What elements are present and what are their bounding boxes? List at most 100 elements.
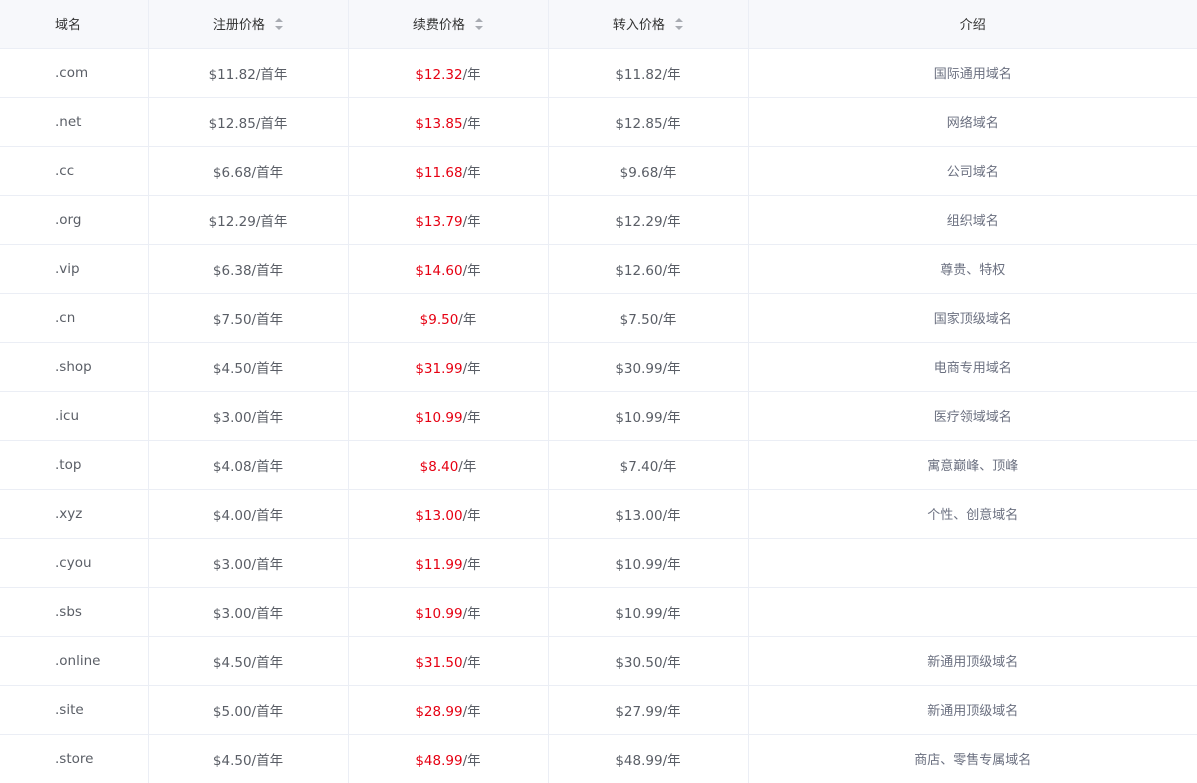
cell-renew-price: $12.32/年 xyxy=(348,48,549,98)
table-row: .xyz $4.00/首年 $13.00/年 $13.00/年 个性、创意域名 xyxy=(0,489,1197,539)
table-row: .shop $4.50/首年 $31.99/年 $30.99/年 电商专用域名 xyxy=(0,342,1197,392)
renew-price-amount: $11.68 xyxy=(415,164,463,181)
cell-intro: 网络域名 xyxy=(748,97,1197,147)
renew-price-amount: $13.00 xyxy=(415,507,463,524)
header-renew-price[interactable]: 续费价格 xyxy=(348,0,549,49)
renew-price-unit: /年 xyxy=(458,458,477,475)
header-register-price[interactable]: 注册价格 xyxy=(148,0,349,49)
cell-intro: 国际通用域名 xyxy=(748,48,1197,98)
cell-transfer-price: $13.00/年 xyxy=(548,489,749,539)
table-row: .icu $3.00/首年 $10.99/年 $10.99/年 医疗领域域名 xyxy=(0,391,1197,441)
renew-price-amount: $12.32 xyxy=(415,66,463,83)
renew-price-unit: /年 xyxy=(462,164,481,181)
cell-transfer-price: $10.99/年 xyxy=(548,538,749,588)
cell-register-price: $4.50/首年 xyxy=(148,734,349,783)
renew-price-unit: /年 xyxy=(462,654,481,671)
cell-intro: 新通用顶级域名 xyxy=(748,636,1197,686)
renew-price-amount: $10.99 xyxy=(415,409,463,426)
cell-domain: .xyz xyxy=(0,489,149,539)
cell-intro xyxy=(748,538,1197,588)
cell-register-price: $4.50/首年 xyxy=(148,342,349,392)
cell-transfer-price: $10.99/年 xyxy=(548,587,749,637)
cell-register-price: $6.68/首年 xyxy=(148,146,349,196)
renew-price-amount: $31.99 xyxy=(415,360,463,377)
renew-price-unit: /年 xyxy=(462,262,481,279)
table-body: .com $11.82/首年 $12.32/年 $11.82/年 国际通用域名 … xyxy=(0,48,1197,783)
cell-renew-price: $13.79/年 xyxy=(348,195,549,245)
renew-price-amount: $13.85 xyxy=(415,115,463,132)
renew-price-amount: $9.50 xyxy=(419,311,459,328)
cell-domain: .org xyxy=(0,195,149,245)
cell-renew-price: $11.68/年 xyxy=(348,146,549,196)
renew-price-unit: /年 xyxy=(462,556,481,573)
cell-domain: .cyou xyxy=(0,538,149,588)
renew-price-unit: /年 xyxy=(462,752,481,769)
sort-caret-icon[interactable] xyxy=(475,17,484,30)
header-domain: 域名 xyxy=(0,0,149,49)
domain-price-table-container: 域名 注册价格 续费价格 转入价格 介绍 .com $11.82/首年 $12.… xyxy=(0,0,1197,783)
cell-register-price: $7.50/首年 xyxy=(148,293,349,343)
table-row: .cn $7.50/首年 $9.50/年 $7.50/年 国家顶级域名 xyxy=(0,293,1197,343)
table-row: .cc $6.68/首年 $11.68/年 $9.68/年 公司域名 xyxy=(0,146,1197,196)
renew-price-amount: $31.50 xyxy=(415,654,463,671)
cell-domain: .cc xyxy=(0,146,149,196)
header-domain-label: 域名 xyxy=(55,18,82,34)
renew-price-unit: /年 xyxy=(462,507,481,524)
renew-price-unit: /年 xyxy=(462,605,481,622)
cell-transfer-price: $7.50/年 xyxy=(548,293,749,343)
cell-domain: .icu xyxy=(0,391,149,441)
cell-intro: 个性、创意域名 xyxy=(748,489,1197,539)
sort-caret-icon[interactable] xyxy=(275,17,284,30)
cell-renew-price: $31.99/年 xyxy=(348,342,549,392)
cell-domain: .shop xyxy=(0,342,149,392)
cell-renew-price: $10.99/年 xyxy=(348,391,549,441)
table-row: .top $4.08/首年 $8.40/年 $7.40/年 寓意巅峰、顶峰 xyxy=(0,440,1197,490)
cell-transfer-price: $12.85/年 xyxy=(548,97,749,147)
table-row: .com $11.82/首年 $12.32/年 $11.82/年 国际通用域名 xyxy=(0,48,1197,98)
cell-intro: 组织域名 xyxy=(748,195,1197,245)
cell-domain: .top xyxy=(0,440,149,490)
table-row: .sbs $3.00/首年 $10.99/年 $10.99/年 xyxy=(0,587,1197,637)
cell-intro xyxy=(748,587,1197,637)
table-header: 域名 注册价格 续费价格 转入价格 介绍 xyxy=(0,0,1197,49)
header-intro-label: 介绍 xyxy=(959,18,986,34)
renew-price-amount: $28.99 xyxy=(415,703,463,720)
cell-register-price: $5.00/首年 xyxy=(148,685,349,735)
cell-transfer-price: $11.82/年 xyxy=(548,48,749,98)
cell-register-price: $12.85/首年 xyxy=(148,97,349,147)
renew-price-amount: $13.79 xyxy=(415,213,463,230)
sort-caret-icon[interactable] xyxy=(675,17,684,30)
cell-domain: .net xyxy=(0,97,149,147)
cell-renew-price: $13.00/年 xyxy=(348,489,549,539)
cell-intro: 公司域名 xyxy=(748,146,1197,196)
cell-renew-price: $48.99/年 xyxy=(348,734,549,783)
cell-register-price: $3.00/首年 xyxy=(148,538,349,588)
cell-intro: 医疗领域域名 xyxy=(748,391,1197,441)
cell-transfer-price: $9.68/年 xyxy=(548,146,749,196)
cell-intro: 国家顶级域名 xyxy=(748,293,1197,343)
cell-transfer-price: $27.99/年 xyxy=(548,685,749,735)
cell-renew-price: $11.99/年 xyxy=(348,538,549,588)
cell-register-price: $11.82/首年 xyxy=(148,48,349,98)
header-row: 域名 注册价格 续费价格 转入价格 介绍 xyxy=(0,0,1197,49)
cell-register-price: $4.50/首年 xyxy=(148,636,349,686)
table-row: .site $5.00/首年 $28.99/年 $27.99/年 新通用顶级域名 xyxy=(0,685,1197,735)
renew-price-amount: $8.40 xyxy=(419,458,459,475)
table-row: .online $4.50/首年 $31.50/年 $30.50/年 新通用顶级… xyxy=(0,636,1197,686)
cell-transfer-price: $12.29/年 xyxy=(548,195,749,245)
cell-register-price: $12.29/首年 xyxy=(148,195,349,245)
table-row: .net $12.85/首年 $13.85/年 $12.85/年 网络域名 xyxy=(0,97,1197,147)
cell-renew-price: $9.50/年 xyxy=(348,293,549,343)
cell-renew-price: $8.40/年 xyxy=(348,440,549,490)
table-row: .store $4.50/首年 $48.99/年 $48.99/年 商店、零售专… xyxy=(0,734,1197,783)
header-register-label: 注册价格 xyxy=(212,18,265,34)
renew-price-unit: /年 xyxy=(462,115,481,132)
header-transfer-price[interactable]: 转入价格 xyxy=(548,0,749,49)
cell-domain: .com xyxy=(0,48,149,98)
renew-price-unit: /年 xyxy=(462,213,481,230)
cell-domain: .store xyxy=(0,734,149,783)
cell-domain: .sbs xyxy=(0,587,149,637)
cell-intro: 商店、零售专属域名 xyxy=(748,734,1197,783)
header-transfer-label: 转入价格 xyxy=(612,18,665,34)
cell-intro: 新通用顶级域名 xyxy=(748,685,1197,735)
